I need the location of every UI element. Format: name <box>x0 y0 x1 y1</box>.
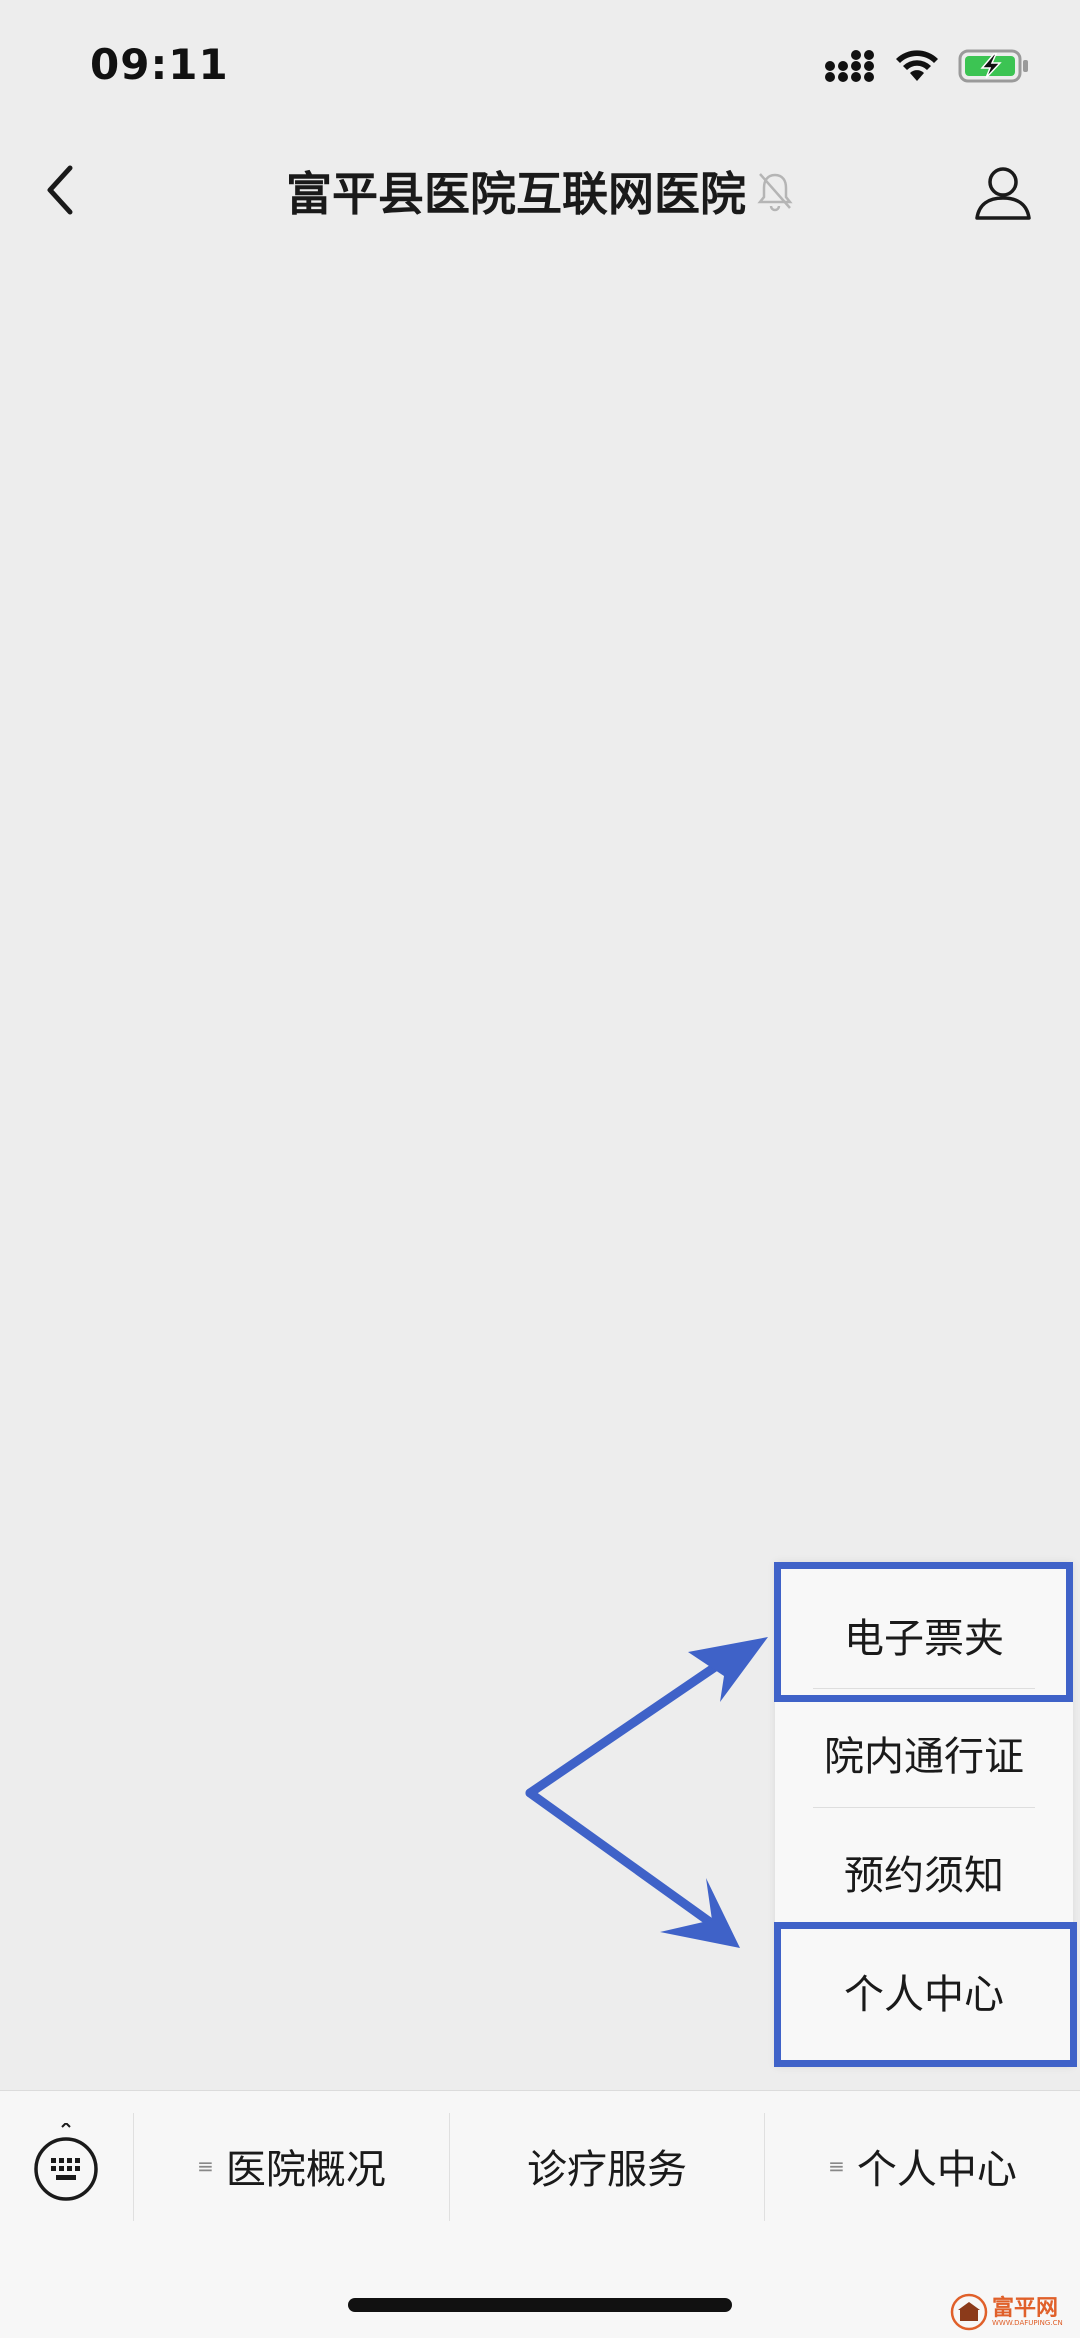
submenu-lines-icon: ≡ <box>828 2154 845 2178</box>
keyboard-icon[interactable] <box>32 2123 100 2203</box>
popup-item-hospital-pass[interactable]: 院内通行证 <box>775 1694 1073 1812</box>
status-time: 09:11 <box>90 40 229 89</box>
watermark-logo-icon <box>950 2293 988 2331</box>
wifi-icon <box>896 50 938 81</box>
watermark-subtext: WWW.DAFUPING.CN <box>992 2318 1063 2327</box>
signal-icon <box>825 50 874 82</box>
watermark-text: 富平网 <box>992 2295 1059 2321</box>
arrow-to-e-ticket <box>525 1645 745 1798</box>
battery-charging-icon <box>958 49 1028 83</box>
nav-bar: 富平县医院互联网医院 <box>0 130 1080 250</box>
popup-divider <box>813 1807 1035 1808</box>
home-indicator <box>348 2298 732 2312</box>
menu-item-medical-services[interactable]: 诊疗服务 <box>450 2111 764 2221</box>
highlight-box-personal-center <box>774 1922 1077 2067</box>
page-title: 富平县医院互联网医院 <box>286 167 746 221</box>
menu-item-label: 诊疗服务 <box>527 2147 687 2193</box>
status-icons <box>824 48 1030 84</box>
arrowhead-personal-center <box>660 1878 740 1948</box>
status-bar: 09:11 <box>0 0 1080 130</box>
watermark-text-block: 富平网 WWW.DAFUPING.CN <box>992 2295 1063 2327</box>
watermark: 富平网 WWW.DAFUPING.CN <box>950 2290 1075 2334</box>
submenu-lines-icon: ≡ <box>197 2154 214 2178</box>
highlight-box-e-ticket <box>774 1562 1073 1702</box>
menu-item-hospital-overview[interactable]: ≡ 医院概况 <box>134 2111 449 2221</box>
arrow-to-personal-center <box>525 1788 733 1940</box>
menu-item-personal-center[interactable]: ≡ 个人中心 <box>765 2111 1080 2221</box>
muted-bell-icon <box>757 173 793 212</box>
menu-item-label: 医院概况 <box>225 2147 386 2193</box>
nav-title-wrap: 富平县医院互联网医院 <box>0 158 1080 224</box>
arrowhead-e-ticket <box>688 1637 768 1702</box>
menu-item-label: 个人中心 <box>856 2147 1017 2193</box>
profile-icon[interactable] <box>971 160 1035 224</box>
popup-item-appointment-notice[interactable]: 预约须知 <box>775 1813 1073 1931</box>
